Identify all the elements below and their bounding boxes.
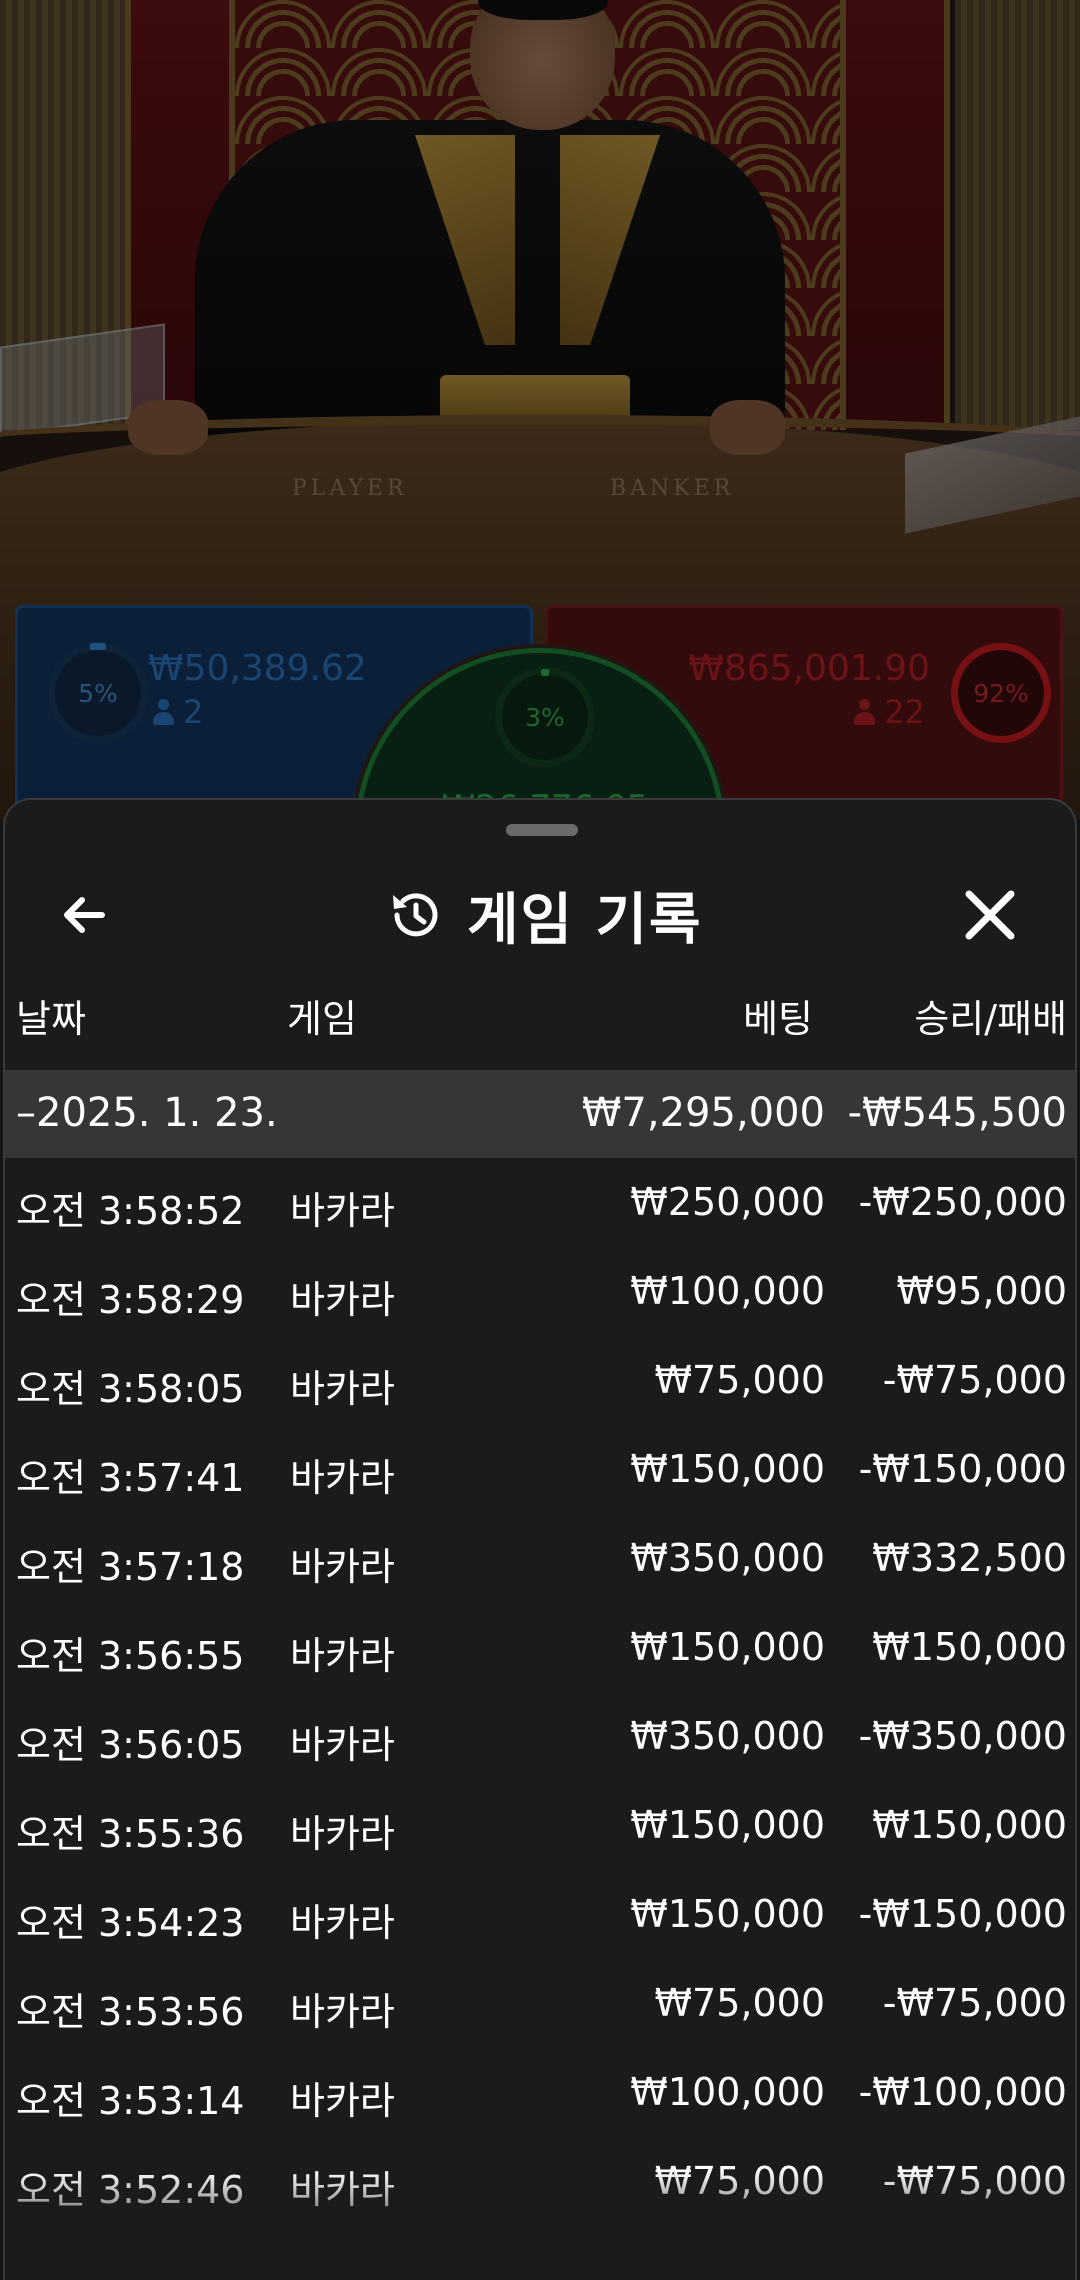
game-history-sheet: 게임 기록 날짜 게임 베팅 승리/패배 –2025. 1. 23. ₩7,29…	[3, 798, 1077, 2280]
day-summary-date: –2025. 1. 23.	[16, 1090, 278, 1136]
row-bet: ₩350,000	[630, 1714, 825, 1758]
row-result: ₩332,500	[872, 1536, 1067, 1580]
history-row[interactable]: 오전 3:58:52 바카라 ₩250,000 -₩250,000	[5, 1160, 1075, 1246]
column-header-date[interactable]: 날짜	[16, 988, 86, 1043]
back-button[interactable]	[50, 880, 120, 950]
column-header-result[interactable]: 승리/패배	[914, 988, 1067, 1043]
row-bet: ₩150,000	[630, 1447, 825, 1491]
row-result: ₩95,000	[896, 1269, 1067, 1313]
row-bet: ₩150,000	[630, 1625, 825, 1669]
close-icon	[965, 890, 1015, 940]
row-game: 바카라	[290, 1456, 395, 1500]
row-game: 바카라	[290, 2079, 395, 2123]
history-icon	[393, 893, 438, 937]
collapse-toggle[interactable]: –	[16, 1090, 36, 1136]
row-bet: ₩250,000	[630, 1180, 825, 1224]
day-summary-row[interactable]: –2025. 1. 23. ₩7,295,000 -₩545,500	[5, 1070, 1075, 1158]
row-bet: ₩75,000	[654, 1358, 825, 1402]
row-game: 바카라	[290, 1990, 395, 2034]
row-bet: ₩150,000	[630, 1892, 825, 1936]
column-header-game[interactable]: 게임	[287, 988, 357, 1043]
row-game: 바카라	[290, 1723, 395, 1767]
arrow-left-icon	[64, 897, 105, 933]
row-time: 오전 3:53:56	[16, 1990, 245, 2034]
row-result: ₩150,000	[872, 1803, 1067, 1847]
history-row[interactable]: 오전 3:58:05 바카라 ₩75,000 -₩75,000	[5, 1338, 1075, 1424]
row-result: -₩350,000	[858, 1714, 1067, 1758]
row-bet: ₩100,000	[630, 1269, 825, 1313]
row-time: 오전 3:53:14	[16, 2079, 245, 2123]
video-dim-overlay	[0, 0, 1080, 820]
row-bet: ₩75,000	[654, 1981, 825, 2025]
row-result: -₩100,000	[858, 2070, 1067, 2114]
sheet-header: 게임 기록	[5, 860, 1075, 970]
history-row[interactable]: 오전 3:53:14 바카라 ₩100,000 -₩100,000	[5, 2050, 1075, 2136]
row-result: -₩150,000	[858, 1447, 1067, 1491]
history-row[interactable]: 오전 3:53:56 바카라 ₩75,000 -₩75,000	[5, 1961, 1075, 2047]
row-time: 오전 3:56:55	[16, 1634, 245, 1678]
history-row[interactable]: 오전 3:54:23 바카라 ₩150,000 -₩150,000	[5, 1872, 1075, 1958]
row-result: -₩150,000	[858, 1892, 1067, 1936]
history-row[interactable]: 오전 3:56:05 바카라 ₩350,000 -₩350,000	[5, 1694, 1075, 1780]
row-bet: ₩350,000	[630, 1536, 825, 1580]
live-video: PLAYER BANKER 5% ₩50,389.62 2 ₩865,001.9…	[0, 0, 1080, 820]
row-game: 바카라	[290, 1634, 395, 1678]
sheet-drag-handle[interactable]	[506, 824, 578, 836]
row-time: 오전 3:57:41	[16, 1456, 245, 1500]
row-time: 오전 3:58:29	[16, 1278, 245, 1322]
row-game: 바카라	[290, 1278, 395, 1322]
row-result: -₩75,000	[882, 1358, 1067, 1402]
row-time: 오전 3:54:23	[16, 1901, 245, 1945]
list-fade-overlay	[5, 2170, 1075, 2280]
row-game: 바카라	[290, 1189, 395, 1233]
sheet-title: 게임 기록	[467, 887, 703, 953]
row-result: ₩150,000	[872, 1625, 1067, 1669]
history-row[interactable]: 오전 3:58:29 바카라 ₩100,000 ₩95,000	[5, 1249, 1075, 1335]
day-summary-bet: ₩7,295,000	[581, 1090, 825, 1136]
sheet-title-group: 게임 기록	[385, 870, 703, 960]
row-game: 바카라	[290, 1812, 395, 1856]
row-bet: ₩150,000	[630, 1803, 825, 1847]
row-game: 바카라	[290, 1367, 395, 1411]
row-game: 바카라	[290, 1545, 395, 1589]
column-header-bet[interactable]: 베팅	[743, 988, 813, 1043]
row-result: -₩250,000	[858, 1180, 1067, 1224]
history-row[interactable]: 오전 3:56:55 바카라 ₩150,000 ₩150,000	[5, 1605, 1075, 1691]
row-time: 오전 3:55:36	[16, 1812, 245, 1856]
history-row[interactable]: 오전 3:57:41 바카라 ₩150,000 -₩150,000	[5, 1427, 1075, 1513]
row-time: 오전 3:58:52	[16, 1189, 245, 1233]
row-bet: ₩100,000	[630, 2070, 825, 2114]
row-result: -₩75,000	[882, 1981, 1067, 2025]
history-row[interactable]: 오전 3:55:36 바카라 ₩150,000 ₩150,000	[5, 1783, 1075, 1869]
day-summary-result: -₩545,500	[847, 1090, 1067, 1136]
close-button[interactable]	[955, 880, 1025, 950]
history-row[interactable]: 오전 3:57:18 바카라 ₩350,000 ₩332,500	[5, 1516, 1075, 1602]
row-time: 오전 3:58:05	[16, 1367, 245, 1411]
row-time: 오전 3:56:05	[16, 1723, 245, 1767]
row-time: 오전 3:57:18	[16, 1545, 245, 1589]
row-game: 바카라	[290, 1901, 395, 1945]
